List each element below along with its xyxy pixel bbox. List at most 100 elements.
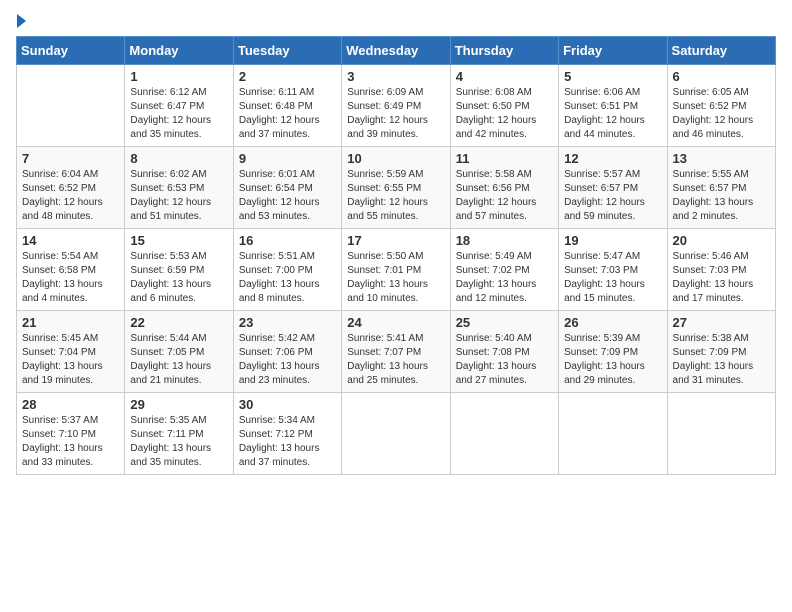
day-info: Sunrise: 6:09 AM Sunset: 6:49 PM Dayligh… — [347, 86, 444, 142]
day-number: 23 — [239, 315, 336, 330]
calendar-cell: 17 Sunrise: 5:50 AM Sunset: 7:01 PM Dayli… — [342, 229, 450, 311]
day-number: 9 — [239, 151, 336, 166]
day-info: Sunrise: 5:58 AM Sunset: 6:56 PM Dayligh… — [456, 168, 553, 224]
day-number: 2 — [239, 69, 336, 84]
day-info: Sunrise: 5:42 AM Sunset: 7:06 PM Dayligh… — [239, 332, 336, 388]
day-number: 13 — [673, 151, 770, 166]
calendar-cell — [342, 393, 450, 475]
calendar-cell: 4 Sunrise: 6:08 AM Sunset: 6:50 PM Daylig… — [450, 65, 558, 147]
day-number: 26 — [564, 315, 661, 330]
day-info: Sunrise: 5:51 AM Sunset: 7:00 PM Dayligh… — [239, 250, 336, 306]
week-row-5: 28 Sunrise: 5:37 AM Sunset: 7:10 PM Dayli… — [17, 393, 776, 475]
day-info: Sunrise: 5:40 AM Sunset: 7:08 PM Dayligh… — [456, 332, 553, 388]
day-number: 20 — [673, 233, 770, 248]
calendar-cell: 30Sunrise: 5:34 AM Sunset: 7:12 PM Dayli… — [233, 393, 341, 475]
day-number: 3 — [347, 69, 444, 84]
day-info: Sunrise: 6:05 AM Sunset: 6:52 PM Dayligh… — [673, 86, 770, 142]
weekday-header-thursday: Thursday — [450, 37, 558, 65]
day-info: Sunrise: 5:35 AM Sunset: 7:11 PM Dayligh… — [130, 414, 227, 470]
week-row-3: 14 Sunrise: 5:54 AM Sunset: 6:58 PM Dayli… — [17, 229, 776, 311]
week-row-4: 21 Sunrise: 5:45 AM Sunset: 7:04 PM Dayli… — [17, 311, 776, 393]
day-info: Sunrise: 5:45 AM Sunset: 7:04 PM Dayligh… — [22, 332, 119, 388]
calendar-cell: 10 Sunrise: 5:59 AM Sunset: 6:55 PM Dayli… — [342, 147, 450, 229]
weekday-header-row: SundayMondayTuesdayWednesdayThursdayFrid… — [17, 37, 776, 65]
day-number: 1 — [130, 69, 227, 84]
day-info: Sunrise: 5:55 AM Sunset: 6:57 PM Dayligh… — [673, 168, 770, 224]
calendar-cell: 24 Sunrise: 5:41 AM Sunset: 7:07 PM Dayli… — [342, 311, 450, 393]
calendar-cell: 14 Sunrise: 5:54 AM Sunset: 6:58 PM Dayli… — [17, 229, 125, 311]
calendar-cell: 12 Sunrise: 5:57 AM Sunset: 6:57 PM Dayli… — [559, 147, 667, 229]
day-number: 24 — [347, 315, 444, 330]
calendar-cell: 22 Sunrise: 5:44 AM Sunset: 7:05 PM Dayli… — [125, 311, 233, 393]
calendar-cell: 29 Sunrise: 5:35 AM Sunset: 7:11 PM Dayli… — [125, 393, 233, 475]
calendar-cell: 3 Sunrise: 6:09 AM Sunset: 6:49 PM Daylig… — [342, 65, 450, 147]
day-info: Sunrise: 5:46 AM Sunset: 7:03 PM Dayligh… — [673, 250, 770, 306]
day-number: 22 — [130, 315, 227, 330]
day-number: 12 — [564, 151, 661, 166]
day-info: Sunrise: 5:37 AM Sunset: 7:10 PM Dayligh… — [22, 414, 119, 470]
day-info: Sunrise: 5:41 AM Sunset: 7:07 PM Dayligh… — [347, 332, 444, 388]
day-number: 7 — [22, 151, 119, 166]
weekday-header-sunday: Sunday — [17, 37, 125, 65]
day-info: Sunrise: 6:11 AM Sunset: 6:48 PM Dayligh… — [239, 86, 336, 142]
calendar-cell — [450, 393, 558, 475]
day-number: 16 — [239, 233, 336, 248]
day-info: Sunrise: 6:02 AM Sunset: 6:53 PM Dayligh… — [130, 168, 227, 224]
calendar-cell: 20 Sunrise: 5:46 AM Sunset: 7:03 PM Dayli… — [667, 229, 775, 311]
day-number: 14 — [22, 233, 119, 248]
day-info: Sunrise: 5:50 AM Sunset: 7:01 PM Dayligh… — [347, 250, 444, 306]
calendar-cell: 7Sunrise: 6:04 AM Sunset: 6:52 PM Daylig… — [17, 147, 125, 229]
calendar-cell: 28 Sunrise: 5:37 AM Sunset: 7:10 PM Dayli… — [17, 393, 125, 475]
calendar-cell: 18 Sunrise: 5:49 AM Sunset: 7:02 PM Dayli… — [450, 229, 558, 311]
day-info: Sunrise: 5:49 AM Sunset: 7:02 PM Dayligh… — [456, 250, 553, 306]
week-row-1: 1 Sunrise: 6:12 AM Sunset: 6:47 PM Daylig… — [17, 65, 776, 147]
day-info: Sunrise: 6:06 AM Sunset: 6:51 PM Dayligh… — [564, 86, 661, 142]
calendar-cell: 15Sunrise: 5:53 AM Sunset: 6:59 PM Dayli… — [125, 229, 233, 311]
calendar-cell: 13 Sunrise: 5:55 AM Sunset: 6:57 PM Dayli… — [667, 147, 775, 229]
calendar-cell: 11Sunrise: 5:58 AM Sunset: 6:56 PM Dayli… — [450, 147, 558, 229]
day-info: Sunrise: 6:12 AM Sunset: 6:47 PM Dayligh… — [130, 86, 227, 142]
day-number: 29 — [130, 397, 227, 412]
weekday-header-friday: Friday — [559, 37, 667, 65]
day-number: 10 — [347, 151, 444, 166]
day-number: 28 — [22, 397, 119, 412]
day-info: Sunrise: 5:44 AM Sunset: 7:05 PM Dayligh… — [130, 332, 227, 388]
calendar-cell: 23 Sunrise: 5:42 AM Sunset: 7:06 PM Dayli… — [233, 311, 341, 393]
calendar-cell: 1 Sunrise: 6:12 AM Sunset: 6:47 PM Daylig… — [125, 65, 233, 147]
day-info: Sunrise: 5:39 AM Sunset: 7:09 PM Dayligh… — [564, 332, 661, 388]
day-number: 17 — [347, 233, 444, 248]
calendar-cell: 26 Sunrise: 5:39 AM Sunset: 7:09 PM Dayli… — [559, 311, 667, 393]
weekday-header-wednesday: Wednesday — [342, 37, 450, 65]
day-number: 25 — [456, 315, 553, 330]
calendar-cell: 5 Sunrise: 6:06 AM Sunset: 6:51 PM Daylig… — [559, 65, 667, 147]
day-info: Sunrise: 5:38 AM Sunset: 7:09 PM Dayligh… — [673, 332, 770, 388]
calendar-cell: 21 Sunrise: 5:45 AM Sunset: 7:04 PM Dayli… — [17, 311, 125, 393]
day-info: Sunrise: 5:59 AM Sunset: 6:55 PM Dayligh… — [347, 168, 444, 224]
day-info: Sunrise: 6:01 AM Sunset: 6:54 PM Dayligh… — [239, 168, 336, 224]
calendar-cell: 8 Sunrise: 6:02 AM Sunset: 6:53 PM Daylig… — [125, 147, 233, 229]
day-number: 6 — [673, 69, 770, 84]
calendar-cell: 27 Sunrise: 5:38 AM Sunset: 7:09 PM Dayli… — [667, 311, 775, 393]
day-info: Sunrise: 5:57 AM Sunset: 6:57 PM Dayligh… — [564, 168, 661, 224]
logo — [16, 16, 26, 28]
day-number: 8 — [130, 151, 227, 166]
day-number: 27 — [673, 315, 770, 330]
calendar-cell: 19Sunrise: 5:47 AM Sunset: 7:03 PM Dayli… — [559, 229, 667, 311]
week-row-2: 7Sunrise: 6:04 AM Sunset: 6:52 PM Daylig… — [17, 147, 776, 229]
day-info: Sunrise: 5:53 AM Sunset: 6:59 PM Dayligh… — [130, 250, 227, 306]
calendar-table: SundayMondayTuesdayWednesdayThursdayFrid… — [16, 36, 776, 475]
calendar-cell: 9 Sunrise: 6:01 AM Sunset: 6:54 PM Daylig… — [233, 147, 341, 229]
day-info: Sunrise: 5:54 AM Sunset: 6:58 PM Dayligh… — [22, 250, 119, 306]
logo-triangle-icon — [17, 14, 26, 28]
day-number: 21 — [22, 315, 119, 330]
weekday-header-saturday: Saturday — [667, 37, 775, 65]
calendar-cell: 6 Sunrise: 6:05 AM Sunset: 6:52 PM Daylig… — [667, 65, 775, 147]
day-number: 5 — [564, 69, 661, 84]
weekday-header-tuesday: Tuesday — [233, 37, 341, 65]
day-number: 4 — [456, 69, 553, 84]
header — [16, 16, 776, 28]
day-info: Sunrise: 6:08 AM Sunset: 6:50 PM Dayligh… — [456, 86, 553, 142]
day-number: 18 — [456, 233, 553, 248]
day-info: Sunrise: 5:34 AM Sunset: 7:12 PM Dayligh… — [239, 414, 336, 470]
calendar-cell — [667, 393, 775, 475]
